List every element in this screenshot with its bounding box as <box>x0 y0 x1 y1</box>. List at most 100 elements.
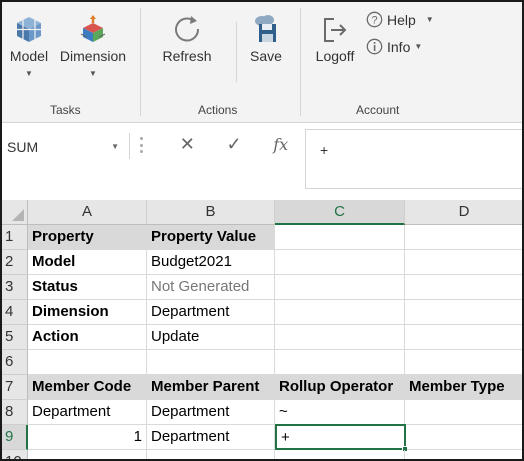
cell-d3[interactable] <box>405 275 522 300</box>
cell-a6[interactable] <box>28 350 147 375</box>
help-icon: ? <box>366 11 383 28</box>
cell-d1[interactable] <box>405 225 522 250</box>
cell-d2[interactable] <box>405 250 522 275</box>
cell-a2[interactable]: Model <box>28 250 147 275</box>
row-header-9[interactable]: 9 <box>2 425 28 450</box>
cell-a4[interactable]: Dimension <box>28 300 147 325</box>
row-header-8[interactable]: 8 <box>2 400 28 425</box>
enter-check-icon[interactable]: ✓ <box>227 134 242 155</box>
cell-b1[interactable]: Property Value <box>147 225 275 250</box>
active-cell-c9[interactable]: + <box>275 424 406 450</box>
row-header-5[interactable]: 5 <box>2 325 28 350</box>
dimension-label: Dimension <box>59 48 127 64</box>
save-button[interactable]: Save <box>246 14 286 64</box>
cell-d5[interactable] <box>405 325 522 350</box>
cancel-icon[interactable]: ✕ <box>180 134 195 155</box>
column-header-c[interactable]: C <box>275 200 405 225</box>
dimension-icon <box>80 15 106 42</box>
info-icon <box>366 38 383 55</box>
row-header-1[interactable]: 1 <box>2 225 28 250</box>
cell-d7[interactable]: Member Type <box>405 375 522 400</box>
model-label: Model <box>9 48 49 64</box>
save-label: Save <box>250 48 282 64</box>
cell-a9[interactable]: 1 <box>28 425 147 450</box>
insert-function-icon[interactable]: fx <box>273 135 288 154</box>
dimension-button[interactable]: Dimension ▼ <box>56 14 130 78</box>
cell-a10[interactable] <box>28 450 147 459</box>
cell-a5[interactable]: Action <box>28 325 147 350</box>
cell-d6[interactable] <box>405 350 522 375</box>
logoff-button[interactable]: Logoff <box>310 14 360 64</box>
info-label: Info <box>387 38 411 55</box>
row-header-7[interactable]: 7 <box>2 375 28 400</box>
cell-c5[interactable] <box>275 325 405 350</box>
refresh-button[interactable]: Refresh <box>158 14 216 64</box>
ribbon-separator <box>300 8 301 116</box>
logoff-icon <box>324 18 347 42</box>
help-label: Help <box>387 11 416 28</box>
cell-a8[interactable]: Department <box>28 400 147 425</box>
row-header-4[interactable]: 4 <box>2 300 28 325</box>
chevron-down-icon: ▼ <box>425 15 434 24</box>
column-header-a[interactable]: A <box>28 200 147 225</box>
cell-b9[interactable]: Department <box>147 425 275 450</box>
refresh-icon <box>175 16 200 42</box>
account-group-label: Account <box>356 103 400 117</box>
chevron-down-icon: ▼ <box>25 69 33 78</box>
cell-b8[interactable]: Department <box>147 400 275 425</box>
cell-b4[interactable]: Department <box>147 300 275 325</box>
cell-a1[interactable]: Property <box>28 225 147 250</box>
save-cloud-icon <box>255 15 276 42</box>
formula-input[interactable]: + <box>305 129 522 189</box>
ribbon: Model ▼ Dimension ▼ Tasks Refresh Save A… <box>2 2 522 123</box>
cell-c4[interactable] <box>275 300 405 325</box>
tasks-group-label: Tasks <box>50 103 81 117</box>
column-header-d[interactable]: D <box>405 200 522 225</box>
row-header-3[interactable]: 3 <box>2 275 28 300</box>
model-button[interactable]: Model ▼ <box>6 14 52 78</box>
chevron-down-icon: ▼ <box>89 69 97 78</box>
cell-a3[interactable]: Status <box>28 275 147 300</box>
logoff-label: Logoff <box>315 48 355 64</box>
cell-c6[interactable] <box>275 350 405 375</box>
formula-buttons: ✕ ✓ fx <box>164 129 304 159</box>
select-all-corner[interactable] <box>2 200 28 225</box>
worksheet-grid: A B C D 1 2 3 4 5 6 7 8 9 10 Property Pr… <box>2 200 522 459</box>
cell-c3[interactable] <box>275 275 405 300</box>
cell-b10[interactable] <box>147 450 275 459</box>
cell-d8[interactable] <box>405 400 522 425</box>
cell-d10[interactable] <box>405 450 522 459</box>
refresh-label: Refresh <box>162 48 212 64</box>
row-header-10[interactable]: 10 <box>2 450 28 459</box>
cell-b7[interactable]: Member Parent <box>147 375 275 400</box>
cell-c7[interactable]: Rollup Operator <box>275 375 405 400</box>
cell-d4[interactable] <box>405 300 522 325</box>
name-box-value: SUM <box>7 139 39 155</box>
formula-bar-grip[interactable] <box>140 137 144 153</box>
row-header-6[interactable]: 6 <box>2 350 28 375</box>
svg-text:?: ? <box>371 15 377 27</box>
info-button[interactable]: Info ▼ <box>366 38 422 55</box>
cell-c10[interactable] <box>275 450 405 459</box>
cell-c2[interactable] <box>275 250 405 275</box>
column-header-b[interactable]: B <box>147 200 275 225</box>
ribbon-separator <box>236 22 237 82</box>
name-box[interactable]: SUM ▼ <box>2 133 130 159</box>
ribbon-separator <box>140 8 141 116</box>
cell-b6[interactable] <box>147 350 275 375</box>
cell-b5[interactable]: Update <box>147 325 275 350</box>
model-cube-icon <box>17 17 41 42</box>
formula-bar: SUM ▼ ✕ ✓ fx + <box>2 123 522 200</box>
cell-c1[interactable] <box>275 225 405 250</box>
chevron-down-icon: ▼ <box>414 42 423 51</box>
cell-b3[interactable]: Not Generated <box>147 275 275 300</box>
actions-group-label: Actions <box>198 103 238 117</box>
cell-a7[interactable]: Member Code <box>28 375 147 400</box>
cell-c8[interactable]: ~ <box>275 400 405 425</box>
chevron-down-icon[interactable]: ▼ <box>111 142 119 151</box>
row-header-2[interactable]: 2 <box>2 250 28 275</box>
cell-d9[interactable] <box>407 425 522 450</box>
cell-b2[interactable]: Budget2021 <box>147 250 275 275</box>
help-button[interactable]: ? Help ▼ <box>366 11 434 28</box>
excel-window: Model ▼ Dimension ▼ Tasks Refresh Save A… <box>0 0 524 461</box>
